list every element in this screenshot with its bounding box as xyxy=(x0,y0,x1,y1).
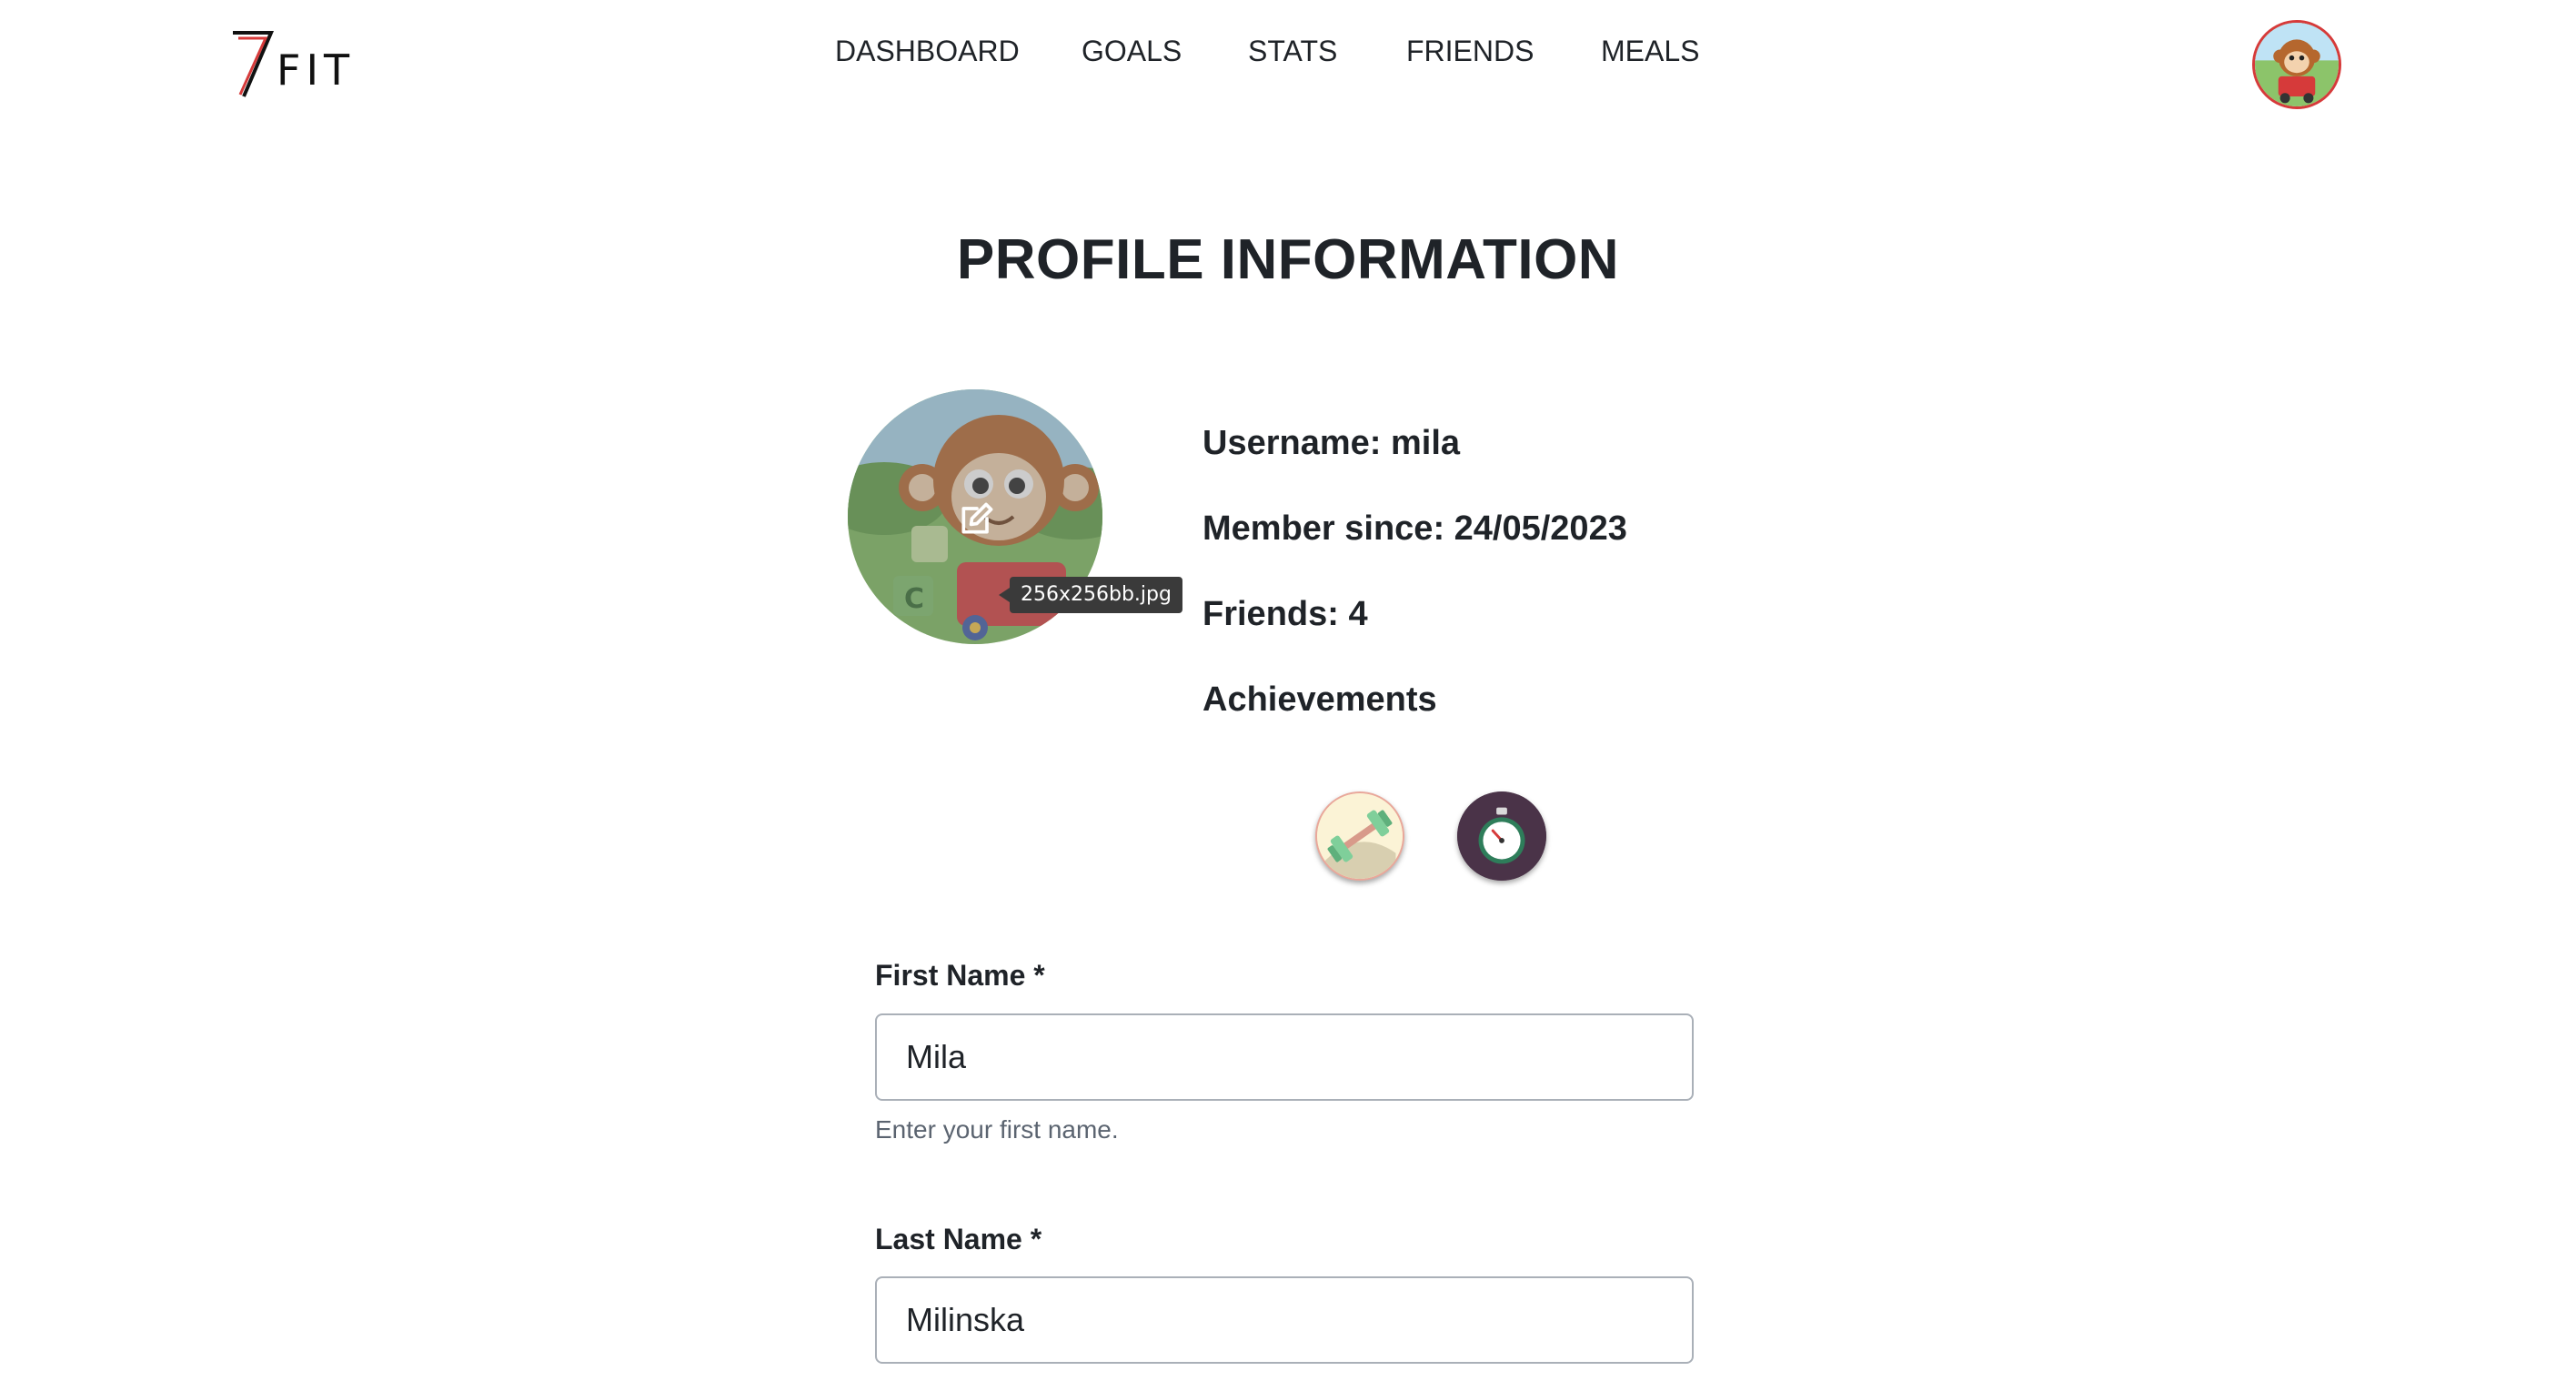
nav-stats[interactable]: STATS xyxy=(1248,31,1337,71)
username-text: Username: mila xyxy=(1202,424,1461,462)
stopwatch-icon xyxy=(1457,791,1546,881)
friends-count-text: Friends: 4 xyxy=(1202,595,1368,633)
nav-dashboard[interactable]: DASHBOARD xyxy=(835,31,1020,71)
dumbbell-icon xyxy=(1317,793,1403,879)
nav-goals[interactable]: GOALS xyxy=(1082,31,1182,71)
main-nav: DASHBOARD GOALS STATS FRIENDS MEALS xyxy=(0,31,2576,71)
achievements-heading: Achievements xyxy=(1202,680,1437,719)
member-since-text: Member since: 24/05/2023 xyxy=(1202,509,1627,548)
file-name-tooltip: 256x256bb.jpg xyxy=(999,577,1182,613)
last-name-label: Last Name * xyxy=(875,1223,1042,1255)
first-name-help-text: Enter your first name. xyxy=(875,1115,1119,1144)
user-avatar-menu[interactable] xyxy=(2252,20,2341,109)
edit-photo-icon[interactable] xyxy=(957,499,997,539)
last-name-field[interactable] xyxy=(875,1276,1694,1364)
first-name-field[interactable] xyxy=(875,1013,1694,1101)
first-name-label: First Name * xyxy=(875,959,1045,992)
achievement-badge-timer[interactable] xyxy=(1457,791,1546,881)
nav-meals[interactable]: MEALS xyxy=(1601,31,1699,71)
nav-friends[interactable]: FRIENDS xyxy=(1406,31,1534,71)
monkey-avatar-icon xyxy=(2255,23,2339,106)
achievement-badge-strength[interactable] xyxy=(1315,791,1404,881)
page-title: PROFILE INFORMATION xyxy=(956,228,1620,291)
